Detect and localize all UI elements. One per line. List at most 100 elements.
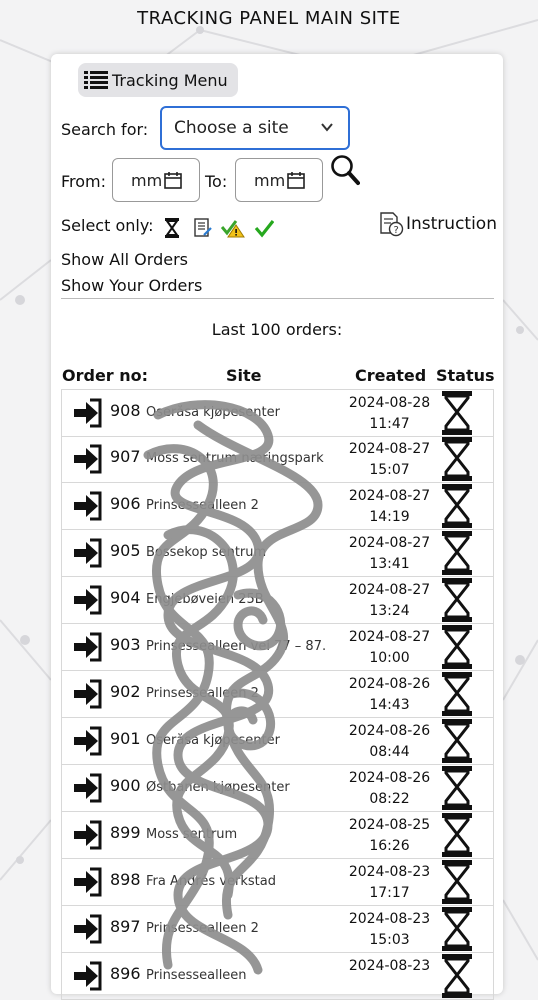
page-title: TRACKING PANEL MAIN SITE — [137, 8, 401, 29]
order-created: 2024-08-25 16:26 — [332, 815, 447, 857]
table-row[interactable]: 908 Oseråsa kjøpesenter 2024-08-28 11:47 — [61, 389, 494, 437]
table-row[interactable]: 901 Oseråsa kjøpesenter 2024-08-26 08:44 — [61, 718, 494, 765]
from-label: From: — [61, 172, 107, 191]
order-number: 898 — [110, 870, 141, 889]
table-row[interactable]: 900 Østbanen kjøpesenter 2024-08-26 08:22 — [61, 765, 494, 812]
column-header-created: Created — [355, 366, 427, 385]
order-site: Prinsessealleen — [146, 968, 247, 983]
orders-caption: Last 100 orders: — [211, 320, 343, 339]
table-row[interactable]: 907 Moss sentrum næringspark 2024-08-27 15:… — [61, 436, 494, 483]
divider — [61, 298, 494, 299]
hourglass-icon — [442, 625, 472, 669]
order-created-time: 17:17 — [369, 885, 410, 901]
hourglass-icon — [442, 437, 472, 481]
order-site: Engjebøveien 25B — [146, 592, 264, 607]
order-created: 2024-08-23 15:03 — [332, 909, 447, 951]
open-order-icon[interactable] — [72, 585, 102, 615]
table-row[interactable]: 898 Fra Andrés verkstad 2024-08-23 17:17 — [61, 859, 494, 906]
order-created-time: 16:26 — [369, 838, 410, 854]
column-header-status: Status — [436, 366, 495, 385]
open-order-icon[interactable] — [72, 538, 102, 568]
order-created-date: 2024-08-26 — [348, 770, 431, 786]
show-your-orders-link[interactable]: Show Your Orders — [61, 276, 202, 295]
hourglass-icon — [442, 907, 472, 951]
order-created: 2024-08-27 14:19 — [332, 486, 447, 528]
order-created-date: 2024-08-27 — [348, 488, 431, 504]
hourglass-icon — [442, 672, 472, 716]
order-created-time: 15:03 — [369, 932, 410, 948]
open-order-icon[interactable] — [72, 632, 102, 662]
order-number: 907 — [110, 447, 141, 466]
open-order-icon[interactable] — [72, 773, 102, 803]
order-created: 2024-08-23 — [332, 956, 447, 977]
order-created-date: 2024-08-23 — [348, 864, 431, 880]
open-order-icon[interactable] — [72, 914, 102, 944]
hourglass-icon — [442, 531, 472, 575]
order-created: 2024-08-26 14:43 — [332, 674, 447, 716]
open-order-icon[interactable] — [72, 491, 102, 521]
check-warning-icon[interactable] — [221, 218, 245, 238]
search-icon[interactable] — [330, 154, 360, 186]
table-row[interactable]: 896 Prinsessealleen 2024-08-23 — [61, 953, 494, 1000]
order-site: Prinsessealleen 2 — [146, 921, 259, 936]
order-number: 900 — [110, 776, 141, 795]
order-created: 2024-08-23 17:17 — [332, 862, 447, 904]
order-site: Prinsessealleen 2 — [146, 686, 259, 701]
order-site: Fra Andrés verkstad — [146, 874, 276, 889]
notepad-icon[interactable] — [193, 218, 213, 238]
order-created-date: 2024-08-27 — [348, 629, 431, 645]
calendar-icon[interactable] — [164, 171, 182, 189]
order-created: 2024-08-27 13:24 — [332, 580, 447, 622]
hourglass-icon — [442, 954, 472, 998]
column-header-site: Site — [226, 366, 262, 385]
table-row[interactable]: 902 Prinsessealleen 2 2024-08-26 14:43 — [61, 671, 494, 718]
open-order-icon[interactable] — [72, 679, 102, 709]
order-site: Oseråsa kjøpesenter — [146, 405, 280, 420]
open-order-icon[interactable] — [72, 867, 102, 897]
svg-text:?: ? — [394, 225, 399, 236]
table-row[interactable]: 906 Prinsessealleen 2 2024-08-27 14:19 — [61, 483, 494, 530]
open-order-icon[interactable] — [72, 726, 102, 756]
order-created-date: 2024-08-23 — [348, 911, 431, 927]
table-row[interactable]: 897 Prinsessealleen 2 2024-08-23 15:03 — [61, 906, 494, 953]
open-order-icon[interactable] — [72, 961, 102, 991]
table-row[interactable]: 904 Engjebøveien 25B 2024-08-27 13:24 — [61, 577, 494, 624]
order-site: Oseråsa kjøpesenter — [146, 733, 280, 748]
from-date-input[interactable]: mm — [112, 158, 200, 202]
calendar-icon[interactable] — [287, 171, 305, 189]
open-order-icon[interactable] — [72, 444, 102, 474]
order-created: 2024-08-26 08:44 — [332, 721, 447, 763]
table-row[interactable]: 903 Prinsessealleen vei 77 – 87. 2024-08-2… — [61, 624, 494, 671]
hourglass-icon — [442, 484, 472, 528]
order-created: 2024-08-26 08:22 — [332, 768, 447, 810]
order-created: 2024-08-27 13:41 — [332, 533, 447, 575]
order-created-time: 15:07 — [369, 462, 410, 478]
green-check-icon[interactable] — [254, 218, 274, 238]
main-panel: Tracking Menu Search for: Choose a site … — [51, 54, 503, 1000]
order-created-date: 2024-08-25 — [348, 817, 431, 833]
hourglass-icon[interactable] — [164, 218, 180, 238]
order-number: 906 — [110, 494, 141, 513]
order-site: Bossekop sentrum — [146, 545, 267, 560]
order-number: 905 — [110, 541, 141, 560]
open-order-icon[interactable] — [72, 820, 102, 850]
hourglass-icon — [442, 766, 472, 810]
order-site: Prinsessealleen vei 77 – 87. — [146, 639, 327, 654]
table-row[interactable]: 905 Bossekop sentrum 2024-08-27 13:41 — [61, 530, 494, 577]
order-created: 2024-08-28 11:47 — [332, 393, 447, 435]
tracking-menu-button[interactable]: Tracking Menu — [78, 63, 238, 97]
table-row[interactable]: 899 Moss sentrum 2024-08-25 16:26 — [61, 812, 494, 859]
order-created-time: 13:41 — [369, 556, 410, 572]
order-created-time: 08:22 — [369, 791, 410, 807]
site-select[interactable]: Choose a site — [160, 106, 350, 150]
order-number: 904 — [110, 588, 141, 607]
order-created-time: 08:44 — [369, 744, 410, 760]
site-select-value: Choose a site — [174, 118, 289, 138]
instruction-link[interactable]: ? Instruction — [378, 211, 497, 237]
to-date-input[interactable]: mm — [235, 158, 323, 202]
show-all-orders-link[interactable]: Show All Orders — [61, 250, 188, 269]
order-number: 901 — [110, 729, 141, 748]
tracking-menu-label: Tracking Menu — [112, 70, 228, 90]
open-order-icon[interactable] — [72, 398, 102, 428]
hourglass-icon — [442, 719, 472, 763]
